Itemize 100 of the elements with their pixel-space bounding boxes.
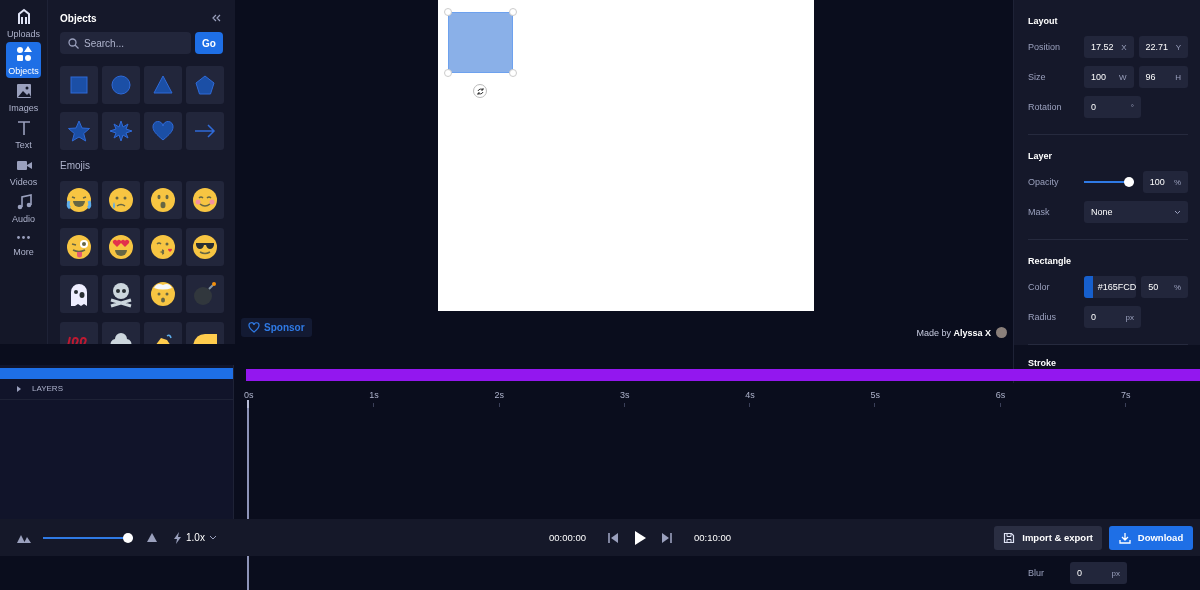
shape-tile[interactable]	[102, 112, 140, 150]
number-field[interactable]: 100 %	[1142, 171, 1188, 193]
rotate-icon	[475, 86, 485, 96]
tick-label: 2s	[494, 390, 506, 400]
slider-thumb[interactable]	[1123, 177, 1134, 187]
sidebar-item[interactable]: Uploads	[6, 5, 41, 41]
rotate-handle[interactable]	[473, 84, 487, 98]
tick-label: 4s	[745, 390, 756, 400]
slider-thumb[interactable]	[123, 532, 133, 543]
tick-label: 5s	[870, 390, 881, 400]
color-field[interactable]: #165FCD	[1084, 276, 1137, 298]
skip-back-button[interactable]	[606, 530, 620, 545]
resize-handle[interactable]	[509, 8, 517, 16]
emoji-tile[interactable]	[102, 181, 140, 219]
emoji-tile[interactable]	[186, 275, 224, 313]
winking-tongue-face-icon	[65, 233, 93, 261]
shape-tile[interactable]	[186, 112, 224, 150]
kissing-face-icon	[149, 233, 177, 261]
emoji-tile[interactable]	[186, 181, 224, 219]
sidebar-item[interactable]: Images	[6, 79, 41, 115]
resize-handle[interactable]	[509, 69, 517, 77]
import-export-button[interactable]: Import & export	[994, 525, 1102, 550]
triangle-icon	[16, 385, 22, 392]
laughing-face-icon	[65, 186, 93, 214]
layers-label: LAYERS	[32, 384, 63, 393]
sponsor-button[interactable]: Sponsor	[241, 318, 312, 337]
emoji-tile[interactable]	[186, 228, 224, 266]
emoji-tile[interactable]	[144, 228, 182, 266]
number-field[interactable]: 0 px	[1084, 306, 1141, 328]
emoji-tile[interactable]	[144, 275, 182, 313]
more-icon	[17, 236, 30, 239]
emoji-tile[interactable]	[60, 181, 98, 219]
square-icon	[68, 74, 90, 96]
starburst-icon	[110, 120, 132, 142]
pentagon-icon	[194, 74, 216, 96]
section-title: Layer	[1028, 151, 1054, 161]
search-field[interactable]: Search...	[60, 32, 191, 54]
download-button[interactable]: Download	[1109, 525, 1193, 550]
heart-icon	[152, 120, 174, 142]
speed-dropdown[interactable]: 1.0x	[173, 531, 217, 544]
current-time: 00:00:00	[549, 532, 586, 543]
number-field[interactable]: 0 °	[1084, 96, 1141, 118]
heart-eyes-face-icon	[107, 233, 135, 261]
field-label: Mask	[1028, 207, 1051, 217]
skip-forward-button[interactable]	[660, 530, 674, 545]
bomb-icon	[191, 280, 219, 308]
panel-title: Objects	[60, 12, 97, 24]
crying-face-icon	[107, 186, 135, 214]
emoji-tile[interactable]	[102, 275, 140, 313]
emoji-tile[interactable]	[60, 228, 98, 266]
field-label: Opacity	[1028, 177, 1060, 187]
opacity-slider[interactable]	[1084, 177, 1134, 187]
sidebar-item[interactable]: Objects	[6, 42, 41, 78]
field-label: Radius	[1028, 312, 1057, 322]
smiling-face-icon	[191, 186, 219, 214]
field-label: Position	[1028, 42, 1062, 52]
sidebar-item[interactable]: Videos	[6, 153, 41, 189]
field-label: Color	[1028, 282, 1051, 292]
section-title: Stroke	[1028, 358, 1057, 368]
timeline-clip[interactable]	[246, 369, 1200, 381]
resize-handle[interactable]	[444, 8, 452, 16]
number-field[interactable]: 22.71 Y	[1138, 36, 1188, 58]
shape-tile[interactable]	[186, 66, 224, 104]
tick-label: 6s	[995, 390, 1007, 400]
emoji-tile[interactable]	[102, 228, 140, 266]
emoji-tile[interactable]	[144, 181, 182, 219]
star-icon	[68, 120, 90, 142]
go-button[interactable]: Go	[195, 32, 223, 54]
emoji-tile[interactable]	[60, 275, 98, 313]
number-field[interactable]: 0 px	[1070, 562, 1127, 584]
credit-text: Made by Alyssa X	[916, 327, 991, 338]
sidebar-item[interactable]: Text	[6, 116, 41, 152]
sidebar-item[interactable]: More	[6, 227, 41, 259]
section-title: Emojis	[60, 160, 91, 171]
number-field[interactable]: 96 H	[1138, 66, 1188, 88]
number-field[interactable]: 50 %	[1141, 276, 1188, 298]
number-field[interactable]: 17.52 X	[1084, 36, 1134, 58]
zoom-slider[interactable]	[43, 532, 133, 543]
chevron-down-icon	[1174, 209, 1181, 215]
resize-handle[interactable]	[444, 69, 452, 77]
shape-tile[interactable]	[102, 66, 140, 104]
double-chevron-icon	[211, 14, 221, 22]
total-time: 00:10:00	[694, 532, 731, 543]
shape-tile[interactable]	[144, 112, 182, 150]
color-swatch[interactable]	[1084, 276, 1093, 298]
circle-icon	[110, 74, 132, 96]
tick-label: 7s	[1121, 390, 1132, 400]
number-field[interactable]: 100 W	[1084, 66, 1134, 88]
tick-label: 3s	[619, 390, 631, 400]
section-title: Layout	[1028, 16, 1059, 26]
mask-dropdown[interactable]: None	[1084, 201, 1188, 223]
shape-tile[interactable]	[144, 66, 182, 104]
play-button[interactable]	[632, 528, 648, 547]
field-label: Size	[1028, 72, 1047, 82]
lightning-icon	[173, 531, 182, 544]
field-label: Rotation	[1028, 102, 1063, 112]
skip-forward-icon	[662, 532, 672, 543]
shape-tile[interactable]	[60, 66, 98, 104]
sidebar-item[interactable]: Audio	[6, 190, 41, 226]
shape-tile[interactable]	[60, 112, 98, 150]
